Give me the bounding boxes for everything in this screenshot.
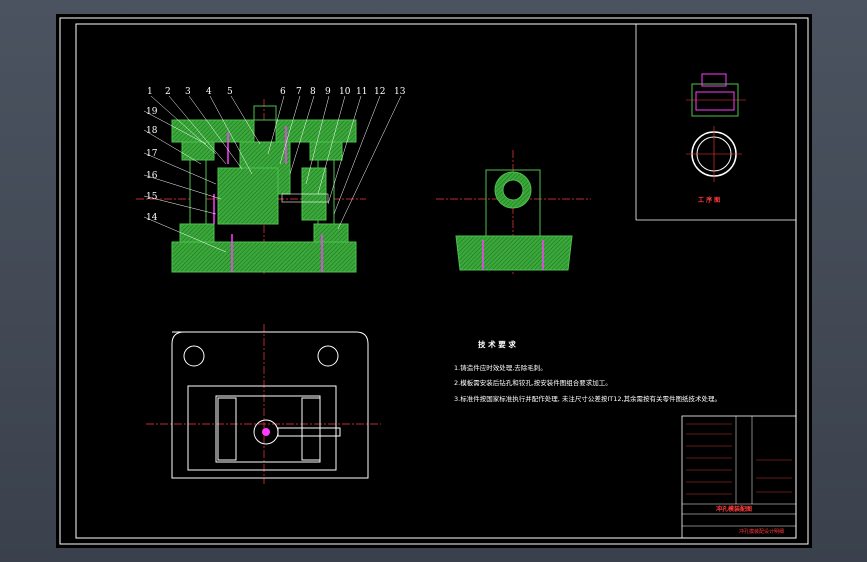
balloon-17: 17 (146, 149, 158, 159)
balloon-19: 19 (146, 107, 158, 117)
balloon-labels-top: 1 2 3 4 5 6 7 8 9 10 11 12 13 (147, 87, 406, 97)
tech-requirement-2: 2.模板需安装后钻孔和铰孔,按安装件图组合要求加工。 (454, 378, 612, 387)
title-block: 冲孔模装配图 冲孔模装配设计明细 (681, 415, 797, 539)
process-drawing-panel: 工 序 图 (635, 24, 796, 221)
drawing-name: 冲孔模装配图 (716, 505, 752, 513)
front-section-view (136, 95, 402, 274)
drawing-canvas: 1 2 3 4 5 6 7 8 9 10 11 12 13 19 18 17 1… (59, 17, 809, 545)
tech-requirements-title: 技 术 要 求 (478, 339, 516, 349)
balloon-labels-left: 19 18 17 16 15 14 (146, 107, 158, 223)
inner-border (75, 23, 797, 539)
balloon-3: 3 (185, 87, 191, 97)
balloon-4: 4 (206, 87, 212, 97)
cad-viewport: 1 2 3 4 5 6 7 8 9 10 11 12 13 19 18 17 1… (0, 0, 867, 562)
technical-requirements: 技 术 要 求 1.铸造件应时效处理,去除毛刺。 2.模板需安装后钻孔和铰孔,按… (454, 339, 721, 403)
balloon-16: 16 (146, 171, 158, 181)
balloon-12: 12 (374, 87, 385, 97)
balloon-11: 11 (356, 87, 367, 97)
balloon-1: 1 (147, 87, 153, 97)
plan-view (146, 324, 381, 484)
process-view-label: 工 序 图 (698, 196, 720, 204)
balloon-13: 13 (394, 87, 406, 97)
balloon-14: 14 (146, 213, 158, 223)
balloon-2: 2 (165, 87, 171, 97)
drawing-subtitle: 冲孔模装配设计明细 (739, 528, 784, 535)
balloon-7: 7 (296, 87, 302, 97)
tech-requirement-1: 1.铸造件应时效处理,去除毛刺。 (454, 363, 547, 372)
drawing-sheet: 1 2 3 4 5 6 7 8 9 10 11 12 13 19 18 17 1… (56, 14, 812, 548)
tech-requirement-3: 3.标准件按国家标准执行并配作处理, 未注尺寸公差按IT12,其余需按有关零件图… (454, 394, 721, 403)
balloon-18: 18 (146, 126, 158, 136)
balloon-6: 6 (280, 87, 286, 97)
balloon-9: 9 (325, 87, 331, 97)
balloon-10: 10 (339, 87, 351, 97)
balloon-5: 5 (227, 87, 233, 97)
side-view (436, 150, 591, 276)
balloon-15: 15 (146, 192, 158, 202)
balloon-8: 8 (310, 87, 316, 97)
